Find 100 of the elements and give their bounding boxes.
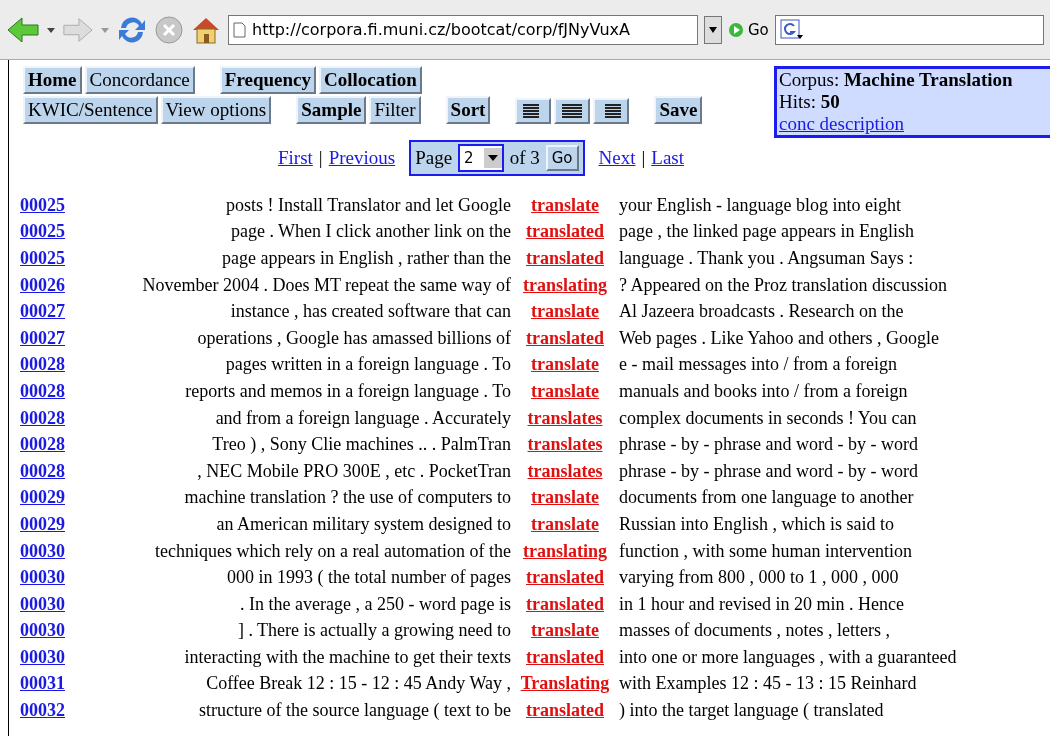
- left-context: and from a foreign language . Accurately: [214, 406, 512, 430]
- reference-link[interactable]: 00030: [20, 620, 65, 641]
- keyword-link[interactable]: translated: [526, 221, 604, 242]
- keyword-link[interactable]: translated: [526, 248, 604, 268]
- stop-icon[interactable]: [154, 14, 184, 45]
- menu-button[interactable]: Sample: [296, 96, 367, 124]
- right-context: with Examples 12 : 45 - 13 : 15 Reinhard: [618, 672, 918, 696]
- right-context: language . Thank you . Angsuman Says :: [618, 247, 915, 270]
- right-context: Russian into English , which is said to: [618, 512, 895, 536]
- left-context: . In the average , a 250 - word page is: [239, 592, 512, 616]
- search-engine-icon: [779, 18, 804, 41]
- reference-link[interactable]: 00028: [20, 354, 65, 375]
- layout-icon[interactable]: [554, 98, 591, 124]
- reference-link[interactable]: 00032: [20, 700, 65, 721]
- left-context: instance , has created software that can: [229, 300, 512, 324]
- reference-link[interactable]: 00027: [20, 327, 65, 348]
- keyword-link[interactable]: translated: [526, 593, 604, 614]
- keyword-link[interactable]: translates: [527, 407, 603, 428]
- keyword-link[interactable]: translate: [531, 487, 599, 508]
- keyword-link[interactable]: Translating: [520, 673, 610, 694]
- address-bar[interactable]: http://corpora.fi.muni.cz/bootcat/corp/fJNyVuxA: [228, 14, 698, 45]
- go-button[interactable]: Go: [545, 145, 579, 171]
- conc-description-link[interactable]: conc description: [779, 113, 905, 134]
- keyword-link[interactable]: translates: [527, 434, 603, 455]
- back-arrow-icon[interactable]: [6, 14, 40, 45]
- dropdown-arrow-icon: [708, 25, 718, 34]
- previous-link[interactable]: Previous: [328, 147, 396, 169]
- left-context: page appears in English , rather than the: [221, 247, 512, 270]
- reference-link[interactable]: 00030: [20, 567, 65, 588]
- right-context: ? Appeared on the Proz translation discussion: [618, 273, 948, 297]
- right-context: function , with some human intervention: [618, 539, 913, 563]
- right-context: manuals and books into / from a foreign: [618, 379, 909, 403]
- keyword-link[interactable]: translating: [523, 540, 607, 561]
- right-context: masses of documents , notes , letters ,: [618, 619, 891, 643]
- keyword-link[interactable]: translate: [531, 620, 599, 641]
- link-separator: |: [641, 147, 646, 169]
- left-context: page . When I click another link on the: [229, 220, 512, 244]
- keyword-link[interactable]: translate: [531, 513, 599, 534]
- first-link[interactable]: First: [278, 147, 313, 169]
- left-context: , NEC Mobile PRO 300E , etc . PocketTran: [196, 459, 512, 483]
- link-separator: |: [318, 147, 323, 169]
- left-context: reports and memos in a foreign language . To: [184, 379, 512, 403]
- page-select[interactable]: 2: [458, 144, 504, 172]
- right-context: into one or more languages , with a guaranteed: [618, 645, 958, 669]
- go-button[interactable]: Go: [728, 20, 769, 39]
- left-context: an American military system designed to: [215, 512, 512, 536]
- menu-button[interactable]: View options: [160, 96, 272, 124]
- menu-button[interactable]: Home: [23, 66, 82, 94]
- url-dropdown[interactable]: [704, 15, 722, 44]
- reference-link[interactable]: 00027: [20, 301, 65, 322]
- menu-button[interactable]: Frequency: [219, 66, 316, 94]
- keyword-link[interactable]: translating: [523, 274, 607, 295]
- right-context: in 1 hour and revised in 20 min . Hence: [618, 592, 905, 616]
- reference-link[interactable]: 00026: [20, 274, 65, 295]
- right-context: Al Jazeera broadcasts . Research on the: [618, 300, 905, 324]
- left-context: machine translation ? the use of computers to: [183, 486, 512, 510]
- keyword-link[interactable]: translate: [531, 301, 599, 322]
- reference-link[interactable]: 00031: [20, 673, 65, 694]
- left-context: 000 in 1993 ( the total number of pages: [226, 566, 512, 590]
- reference-link[interactable]: 00028: [20, 434, 65, 455]
- next-link[interactable]: Next: [598, 147, 636, 169]
- reference-link[interactable]: 00028: [20, 380, 65, 401]
- left-context: interacting with the machine to get their texts: [183, 645, 512, 669]
- right-context: page , the linked page appears in English: [618, 220, 915, 244]
- layout-icon[interactable]: [593, 98, 630, 124]
- search-field[interactable]: [774, 14, 1044, 45]
- last-link[interactable]: Last: [651, 147, 684, 169]
- menu-button[interactable]: Filter: [369, 96, 421, 124]
- left-context: operations , Google has amassed billions of: [196, 326, 512, 350]
- hits-count: Hits: 50: [779, 91, 841, 113]
- page-label: Page: [415, 147, 453, 169]
- reference-link[interactable]: 00030: [20, 540, 65, 561]
- save-button[interactable]: Save: [654, 96, 703, 124]
- menu-button[interactable]: Sort: [445, 96, 491, 124]
- reference-link[interactable]: 00030: [20, 646, 65, 667]
- keyword-link[interactable]: translate: [531, 380, 599, 401]
- reference-link[interactable]: 00029: [20, 513, 65, 534]
- reference-link[interactable]: 00028: [20, 460, 65, 481]
- dropdown-arrow-icon[interactable]: [46, 25, 56, 34]
- menu-button[interactable]: KWIC/Sentence: [23, 96, 158, 124]
- keyword-link[interactable]: translated: [526, 700, 604, 721]
- right-context: ) into the target language ( translated: [618, 699, 885, 723]
- keyword-link[interactable]: translated: [526, 567, 604, 588]
- keyword-link[interactable]: translate: [531, 354, 599, 375]
- keyword-link[interactable]: translated: [526, 646, 604, 667]
- keyword-link[interactable]: translated: [526, 327, 604, 348]
- layout-icon[interactable]: [515, 98, 552, 124]
- menu-button[interactable]: Concordance: [84, 66, 195, 94]
- keyword-link[interactable]: translates: [527, 460, 603, 481]
- reference-link[interactable]: 00025: [20, 221, 65, 242]
- page-icon: [233, 21, 246, 38]
- reference-link[interactable]: 00028: [20, 407, 65, 428]
- page-count: of 3: [509, 147, 540, 169]
- keyword-link[interactable]: translate: [531, 194, 599, 215]
- reference-link[interactable]: 00030: [20, 593, 65, 614]
- reference-link[interactable]: 00029: [20, 487, 65, 508]
- reference-link[interactable]: 00025: [20, 194, 65, 215]
- reference-link[interactable]: 00025: [20, 248, 65, 268]
- left-context: Treo ) , Sony Clie machines .. . PalmTran: [211, 433, 512, 457]
- menu-button[interactable]: Collocation: [319, 66, 422, 94]
